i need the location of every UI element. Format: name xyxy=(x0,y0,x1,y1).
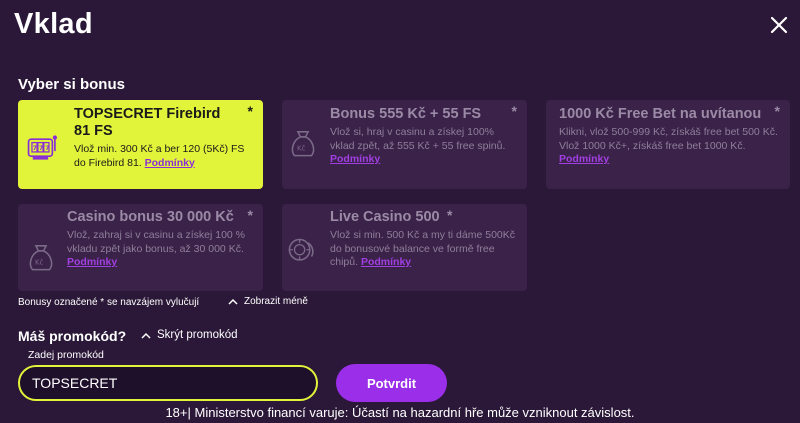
terms-link[interactable]: Podmínky xyxy=(145,157,195,169)
card-description: Vlož si min. 500 Kč a my ti dáme 500Kč d… xyxy=(330,229,518,270)
card-title: Bonus 555 Kč + 55 FS xyxy=(330,106,482,122)
modal-title: Vklad xyxy=(14,8,93,40)
svg-text:Kč: Kč xyxy=(297,145,305,153)
bonus-card-topsecret[interactable]: * 7 7 7 TOPSECRET Firebird 81 FS Vlož mi… xyxy=(18,100,263,189)
confirm-button[interactable]: Potvrdit xyxy=(336,364,447,402)
hide-promo-toggle[interactable]: Skrýt promokód xyxy=(141,329,238,341)
show-less-label: Zobrazit méně xyxy=(244,296,308,307)
chevron-up-icon xyxy=(228,298,238,305)
bonus-card-555[interactable]: * Kč Bonus 555 Kč + 55 FS Vlož si, hraj … xyxy=(282,100,527,189)
promo-code-input[interactable] xyxy=(18,365,318,401)
casino-chips-icon xyxy=(288,238,314,261)
hide-promo-label: Skrýt promokód xyxy=(157,329,238,341)
bonus-card-free-bet[interactable]: * 1000 Kč Free Bet na uvítanou Klikni, v… xyxy=(546,100,790,189)
show-less-toggle[interactable]: Zobrazit méně xyxy=(228,296,308,307)
card-description: Vlož min. 300 Kč a ber 120 (5Kč) FS do F… xyxy=(74,143,250,170)
card-title: Live Casino 500 xyxy=(330,209,440,225)
gambling-disclaimer: 18+| Ministerstvo financí varuje: Účastí… xyxy=(165,405,635,420)
slot-machine-icon: 7 7 7 xyxy=(27,135,58,160)
terms-link[interactable]: Podmínky xyxy=(361,256,411,268)
card-desc-text: Vlož si min. 500 Kč a my ti dáme 500Kč d… xyxy=(330,229,515,268)
card-description: Klikni, vlož 500-999 Kč, získáš free bet… xyxy=(559,126,781,167)
close-icon[interactable] xyxy=(768,14,790,36)
card-description: Vlož si, hraj v casinu a získej 100% vkl… xyxy=(330,126,518,167)
promo-input-label: Zadej promokód xyxy=(28,349,104,361)
money-bag-icon: Kč xyxy=(29,245,53,271)
bonus-card-casino-30000[interactable]: * Kč Casino bonus 30 000 Kč Vlož, zahraj… xyxy=(18,204,263,291)
money-bag-icon: Kč xyxy=(291,131,315,157)
terms-link[interactable]: Podmínky xyxy=(559,153,609,165)
chevron-up-icon xyxy=(141,332,151,339)
bonus-card-live-casino[interactable]: * Live Casino 500 Vlož si min. 500 Kč a … xyxy=(282,204,527,291)
svg-text:7 7 7: 7 7 7 xyxy=(33,145,50,152)
card-description: Vlož, zahraj si v casinu a získej 100 % … xyxy=(67,229,253,270)
card-title: TOPSECRET Firebird 81 FS xyxy=(74,106,221,139)
card-desc-text: Vlož, zahraj si v casinu a získej 100 % … xyxy=(67,229,245,255)
terms-link[interactable]: Podmínky xyxy=(330,153,380,165)
exclusive-bonus-footnote: Bonusy označené * se navzájem vylučují xyxy=(18,297,200,308)
card-desc-text: Klikni, vlož 500-999 Kč, získáš free bet… xyxy=(559,126,778,152)
promo-section-title: Máš promokód? xyxy=(18,328,127,344)
bonus-section-title: Vyber si bonus xyxy=(18,76,125,93)
card-desc-text: Vlož si, hraj v casinu a získej 100% vkl… xyxy=(330,126,506,152)
card-title: Casino bonus 30 000 Kč xyxy=(67,209,234,225)
terms-link[interactable]: Podmínky xyxy=(67,256,117,268)
card-title: 1000 Kč Free Bet na uvítanou xyxy=(559,106,762,122)
svg-text:Kč: Kč xyxy=(35,259,43,267)
